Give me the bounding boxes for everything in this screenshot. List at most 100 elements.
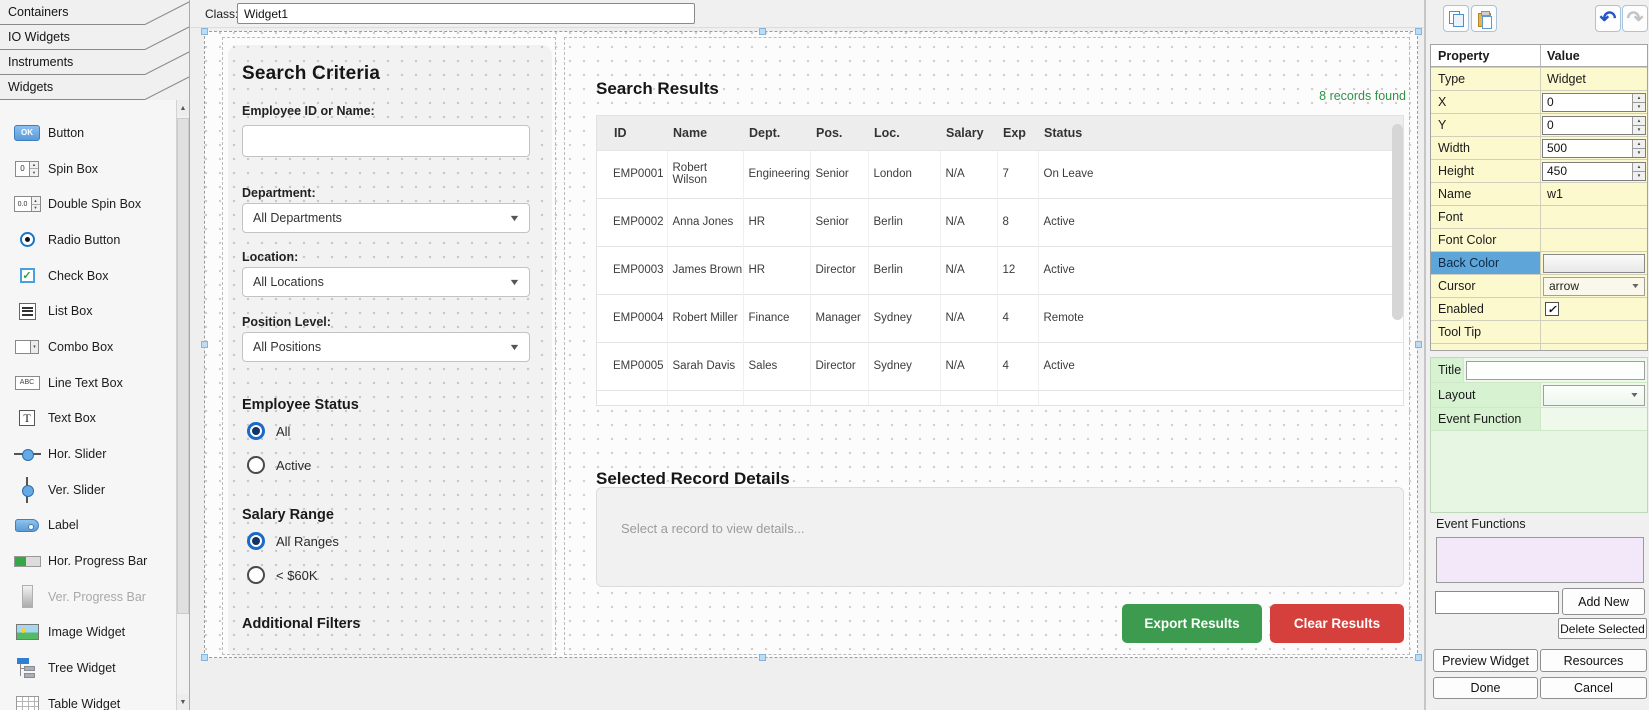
delete-selected-button[interactable]: Delete Selected [1558, 618, 1647, 639]
palette-item-list-box[interactable]: List Box [0, 293, 176, 329]
spin-up-icon[interactable]: ▲ [1633, 139, 1645, 149]
palette-item-radio-button[interactable]: Radio Button [0, 222, 176, 258]
copy-button[interactable] [1443, 5, 1469, 32]
property-row-y[interactable]: Y 0 ▲ ▼ [1431, 113, 1647, 136]
table-row[interactable]: EMP0005 Sarah Davis Sales Director Sydne… [597, 341, 1403, 390]
property-row-width[interactable]: Width 500 ▲ ▼ [1431, 136, 1647, 159]
table-row[interactable]: EMP0002 Anna Jones HR Senior Berlin N/A … [597, 197, 1403, 246]
column-header[interactable]: Exp [997, 116, 1038, 150]
salary-radio-all-ranges[interactable]: All Ranges [247, 531, 339, 551]
palette-item-ver-slider[interactable]: Ver. Slider [0, 472, 176, 508]
palette-item-hor-slider[interactable]: Hor. Slider [0, 436, 176, 472]
resize-handle[interactable] [1415, 654, 1422, 661]
property-row-cursor[interactable]: Cursor arrow ▼ [1431, 274, 1647, 297]
cursor-select[interactable]: arrow ▼ [1543, 276, 1645, 296]
paste-button[interactable] [1471, 5, 1497, 32]
table-row[interactable]: EMP0004 Robert Miller Finance Manager Sy… [597, 293, 1403, 342]
resize-handle[interactable] [759, 28, 766, 35]
spin-up-icon[interactable]: ▲ [1633, 162, 1645, 172]
spin-down-icon[interactable]: ▼ [1633, 148, 1645, 157]
palette-scrollbar[interactable]: ▲ ▼ [176, 100, 189, 710]
preview-widget-button[interactable]: Preview Widget [1433, 649, 1538, 672]
column-header[interactable]: Salary [940, 116, 997, 150]
column-header[interactable]: Status [1038, 116, 1403, 150]
palette-tab-instruments[interactable]: Instruments [0, 50, 190, 75]
back-color-picker-button[interactable] [1543, 253, 1645, 273]
undo-button[interactable]: ↶ [1595, 5, 1621, 32]
enabled-checkbox[interactable]: ✓ [1545, 302, 1559, 316]
design-canvas[interactable]: Search Criteria Employee ID or Name: Dep… [190, 27, 1424, 710]
location-select[interactable]: All Locations ▼ [242, 267, 530, 297]
position-select[interactable]: All Positions ▼ [242, 332, 530, 362]
palette-item-image-widget[interactable]: Image Widget [0, 615, 176, 651]
column-header[interactable]: Pos. [810, 116, 868, 150]
table-scrollbar-thumb[interactable] [1392, 124, 1403, 320]
spin-down-icon[interactable]: ▼ [1633, 171, 1645, 180]
department-select[interactable]: All Departments ▼ [242, 203, 530, 233]
property-row-event-function[interactable]: Event Function [1431, 408, 1647, 431]
class-name-input[interactable] [237, 3, 695, 24]
property-row-enabled[interactable]: Enabled ✓ [1431, 297, 1647, 320]
property-row-layout[interactable]: Layout ▼ [1431, 383, 1647, 408]
table-row[interactable]: EMP0001 Robert Wilson Engineering Senior… [597, 149, 1403, 198]
radio-selected-icon[interactable] [247, 532, 265, 550]
cancel-button[interactable]: Cancel [1540, 677, 1647, 699]
resize-handle[interactable] [1415, 28, 1422, 35]
status-radio-all[interactable]: All [247, 421, 290, 441]
property-row-title[interactable]: Title [1431, 358, 1647, 383]
spin-up-icon[interactable]: ▲ [1633, 93, 1645, 103]
palette-tab-containers[interactable]: Containers [0, 0, 190, 25]
property-row-font[interactable]: Font [1431, 205, 1647, 228]
palette-item-check-box[interactable]: ✓ Check Box [0, 258, 176, 294]
column-header[interactable]: Name [667, 116, 743, 150]
palette-item-table-widget[interactable]: Table Widget [0, 686, 176, 710]
layout-select[interactable]: ▼ [1543, 384, 1645, 406]
spin-down-icon[interactable]: ▼ [1633, 102, 1645, 111]
resize-handle[interactable] [201, 341, 208, 348]
clear-results-button[interactable]: Clear Results [1270, 604, 1404, 643]
column-header[interactable]: ID [597, 116, 667, 150]
property-row-type[interactable]: Type Widget [1431, 67, 1647, 90]
y-spinbox[interactable]: 0 ▲ ▼ [1542, 115, 1646, 135]
scroll-up-icon[interactable]: ▲ [177, 100, 189, 116]
palette-item-double-spin-box[interactable]: 0.0 ▲ ▼ Double Spin Box [0, 186, 176, 222]
resize-handle[interactable] [201, 28, 208, 35]
table-row[interactable]: EMP0003 James Brown HR Director Berlin N… [597, 245, 1403, 294]
redo-button[interactable]: ↷ [1622, 5, 1648, 32]
palette-item-button[interactable]: OK Button [0, 115, 176, 151]
palette-item-combo-box[interactable]: ▾ Combo Box [0, 329, 176, 365]
employee-id-input[interactable] [242, 125, 530, 157]
palette-tab-io-widgets[interactable]: IO Widgets [0, 25, 190, 50]
radio-unselected-icon[interactable] [247, 566, 265, 584]
palette-item-text-box[interactable]: T Text Box [0, 401, 176, 437]
resources-button[interactable]: Resources [1540, 649, 1647, 672]
status-radio-active[interactable]: Active [247, 455, 311, 475]
x-spinbox[interactable]: 0 ▲ ▼ [1542, 92, 1646, 112]
radio-selected-icon[interactable] [247, 422, 265, 440]
title-input[interactable] [1466, 360, 1645, 380]
height-spinbox[interactable]: 450 ▲ ▼ [1542, 161, 1646, 181]
palette-tab-widgets[interactable]: Widgets [0, 75, 190, 100]
radio-unselected-icon[interactable] [247, 456, 265, 474]
done-button[interactable]: Done [1433, 677, 1538, 699]
palette-item-tree-widget[interactable]: Tree Widget [0, 650, 176, 686]
column-header[interactable]: Loc. [868, 116, 940, 150]
width-spinbox[interactable]: 500 ▲ ▼ [1542, 138, 1646, 158]
salary-radio-under-60k[interactable]: < $60K [247, 565, 318, 585]
event-functions-list[interactable] [1436, 537, 1644, 583]
palette-item-hor-progress-bar[interactable]: Hor. Progress Bar [0, 543, 176, 579]
spin-up-icon[interactable]: ▲ [1633, 116, 1645, 126]
property-row-x[interactable]: X 0 ▲ ▼ [1431, 90, 1647, 113]
property-row-tool-tip[interactable]: Tool Tip [1431, 320, 1647, 343]
column-header[interactable]: Dept. [743, 116, 810, 150]
resize-handle[interactable] [1415, 341, 1422, 348]
palette-item-label-widget[interactable]: Label [0, 508, 176, 544]
palette-scrollbar-thumb[interactable] [177, 118, 189, 614]
spin-down-icon[interactable]: ▼ [1633, 125, 1645, 134]
property-row-name[interactable]: Name w1 [1431, 182, 1647, 205]
resize-handle[interactable] [201, 654, 208, 661]
add-new-button[interactable]: Add New [1562, 588, 1645, 615]
property-row-height[interactable]: Height 450 ▲ ▼ [1431, 159, 1647, 182]
resize-handle[interactable] [759, 654, 766, 661]
export-results-button[interactable]: Export Results [1122, 604, 1262, 643]
